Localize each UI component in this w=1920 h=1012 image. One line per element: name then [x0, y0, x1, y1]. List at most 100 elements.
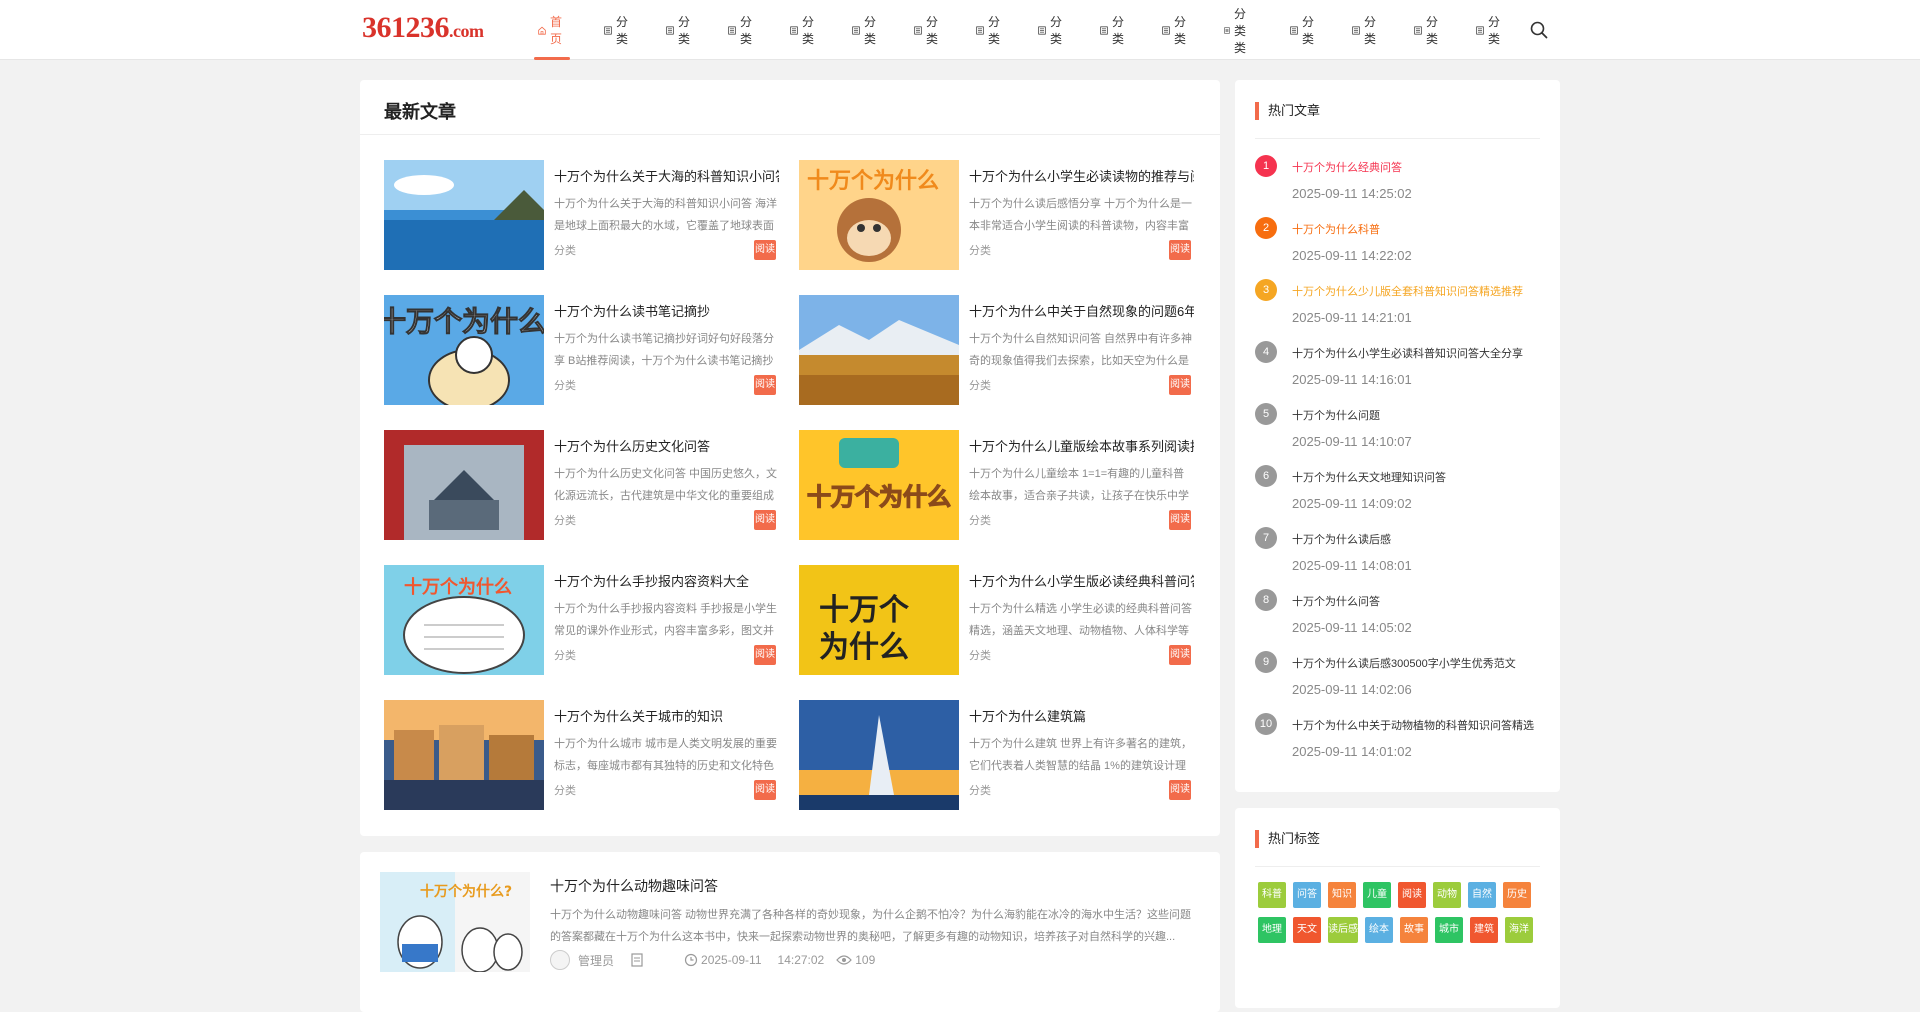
nav-category-7[interactable]: 分类 — [972, 0, 1008, 60]
nav-category-5[interactable]: 分类 — [848, 0, 884, 60]
read-button[interactable]: 阅读 — [754, 375, 776, 395]
article-thumbnail[interactable] — [799, 295, 959, 405]
article-card[interactable]: 十万个为什么关于大海的科普知识小问答 十万个为什么关于大海的科普知识小问答 海洋是… — [384, 160, 779, 270]
hot-article-title[interactable]: 十万个为什么问题 — [1292, 407, 1380, 423]
article-title[interactable]: 十万个为什么建筑篇 — [969, 706, 1194, 725]
article-category[interactable]: 分类 — [554, 242, 576, 258]
read-button[interactable]: 阅读 — [1169, 645, 1191, 665]
article-thumbnail[interactable]: 十万个为什么 — [799, 565, 959, 675]
article-thumbnail[interactable] — [384, 430, 544, 540]
hot-article-item[interactable]: 8 十万个为什么问答 2025-09-11 14:05:02 — [1255, 587, 1545, 649]
article-thumbnail[interactable]: 十万个为什么 — [799, 160, 959, 270]
tag-chip[interactable]: 海洋 — [1505, 917, 1533, 943]
article-category[interactable]: 分类 — [554, 512, 576, 528]
hot-article-item[interactable]: 5 十万个为什么问题 2025-09-11 14:10:07 — [1255, 401, 1545, 463]
read-button[interactable]: 阅读 — [754, 645, 776, 665]
tag-chip[interactable]: 科普 — [1258, 882, 1286, 908]
article-card[interactable]: 十万个为什么建筑篇 十万个为什么建筑 世界上有许多著名的建筑，它们代表着人类智慧的… — [799, 700, 1194, 810]
read-button[interactable]: 阅读 — [754, 510, 776, 530]
nav-category-15[interactable]: 分类 — [1472, 0, 1508, 60]
hot-article-item[interactable]: 1 十万个为什么经典问答 2025-09-11 14:25:02 — [1255, 153, 1545, 215]
hot-article-title[interactable]: 十万个为什么问答 — [1292, 593, 1380, 609]
nav-category-13[interactable]: 分类 — [1348, 0, 1384, 60]
search-icon[interactable] — [1530, 21, 1548, 39]
read-button[interactable]: 阅读 — [1169, 240, 1191, 260]
tag-chip[interactable]: 自然 — [1468, 882, 1496, 908]
article-thumbnail[interactable]: 十万个为什么 — [799, 430, 959, 540]
article-title[interactable]: 十万个为什么关于城市的知识 — [554, 706, 779, 725]
article-title[interactable]: 十万个为什么小学生版必读经典科普问答精选100问及答案 — [969, 571, 1194, 590]
nav-category-3[interactable]: 分类 — [724, 0, 760, 60]
read-button[interactable]: 阅读 — [1169, 375, 1191, 395]
hot-article-item[interactable]: 9 十万个为什么读后感300500字小学生优秀范文 2025-09-11 14:02… — [1255, 649, 1545, 711]
nav-category-8[interactable]: 分类 — [1034, 0, 1070, 60]
tag-chip[interactable]: 故事 — [1400, 917, 1428, 943]
nav-category-2[interactable]: 分类 — [662, 0, 698, 60]
read-button[interactable]: 阅读 — [1169, 510, 1191, 530]
nav-home[interactable]: 首页 — [534, 0, 571, 60]
hot-article-item[interactable]: 6 十万个为什么天文地理知识问答 2025-09-11 14:09:02 — [1255, 463, 1545, 525]
article-thumbnail[interactable]: 十万个为什么 — [384, 295, 544, 405]
read-button[interactable]: 阅读 — [1169, 780, 1191, 800]
tag-chip[interactable]: 绘本 — [1365, 917, 1393, 943]
article-category[interactable]: 分类 — [554, 377, 576, 393]
article-card[interactable]: 十万个为什么十万个为什么小学生版必读经典科普问答精选100问及答案十万个为什么精… — [799, 565, 1194, 675]
tag-chip[interactable]: 地理 — [1258, 917, 1286, 943]
hot-article-title[interactable]: 十万个为什么经典问答 — [1292, 159, 1402, 175]
nav-category-14[interactable]: 分类 — [1410, 0, 1446, 60]
feature-article[interactable]: 十万个为什么? 十万个为什么动物趣味问答 十万个为什么动物趣味问答 动物世界充满… — [360, 852, 1220, 1012]
article-title[interactable]: 十万个为什么小学生必读读物的推荐与阅读心得分享文章 — [969, 166, 1194, 185]
article-card[interactable]: 十万个为什么中关于自然现象的问题6年级科普知识问答大全十万个为什么自然知识问答 … — [799, 295, 1194, 405]
article-category[interactable]: 分类 — [969, 647, 991, 663]
site-logo[interactable]: 361236.com — [362, 11, 484, 45]
hot-article-title[interactable]: 十万个为什么读后感 — [1292, 531, 1391, 547]
nav-category-1[interactable]: 分类 — [600, 0, 636, 60]
tag-chip[interactable]: 儿童 — [1363, 882, 1391, 908]
tag-chip[interactable]: 城市 — [1435, 917, 1463, 943]
hot-article-item[interactable]: 2 十万个为什么科普 2025-09-11 14:22:02 — [1255, 215, 1545, 277]
article-title[interactable]: 十万个为什么关于大海的科普知识小问答 — [554, 166, 779, 185]
nav-category-9[interactable]: 分类 — [1096, 0, 1132, 60]
article-title[interactable]: 十万个为什么儿童版绘本故事系列阅读推荐与亲子共读指南 — [969, 436, 1194, 455]
feature-title[interactable]: 十万个为什么动物趣味问答 — [550, 876, 718, 896]
read-button[interactable]: 阅读 — [754, 780, 776, 800]
hot-article-item[interactable]: 4 十万个为什么小学生必读科普知识问答大全分享 2025-09-11 14:16:0… — [1255, 339, 1545, 401]
nav-category-6[interactable]: 分类 — [910, 0, 946, 60]
article-thumbnail[interactable]: 十万个为什么 — [384, 565, 544, 675]
article-category[interactable]: 分类 — [969, 242, 991, 258]
tag-chip[interactable]: 问答 — [1293, 882, 1321, 908]
tag-chip[interactable]: 历史 — [1503, 882, 1531, 908]
hot-article-title[interactable]: 十万个为什么中关于动物植物的科普知识问答精选 — [1292, 717, 1534, 733]
hot-article-title[interactable]: 十万个为什么小学生必读科普知识问答大全分享 — [1292, 345, 1523, 361]
article-card[interactable]: 十万个为什么 十万个为什么手抄报内容资料大全 十万个为什么手抄报内容资料 手抄报是小… — [384, 565, 779, 675]
read-button[interactable]: 阅读 — [754, 240, 776, 260]
avatar[interactable] — [550, 950, 570, 970]
nav-category-11[interactable]: 分类类 — [1220, 0, 1256, 60]
article-title[interactable]: 十万个为什么中关于自然现象的问题6年级科普知识问答大全 — [969, 301, 1194, 320]
article-thumbnail[interactable] — [799, 700, 959, 810]
article-category[interactable]: 分类 — [554, 647, 576, 663]
tag-chip[interactable]: 建筑 — [1470, 917, 1498, 943]
article-title[interactable]: 十万个为什么手抄报内容资料大全 — [554, 571, 779, 590]
hot-article-title[interactable]: 十万个为什么天文地理知识问答 — [1292, 469, 1446, 485]
article-thumbnail[interactable] — [384, 160, 544, 270]
feature-thumbnail[interactable]: 十万个为什么? — [380, 872, 530, 972]
author-name[interactable]: 管理员 — [578, 952, 614, 969]
article-card[interactable]: 十万个为什么 十万个为什么读书笔记摘抄 十万个为什么读书笔记摘抄好词好句好段落分享 … — [384, 295, 776, 405]
article-card[interactable]: 十万个为什么关于城市的知识 十万个为什么城市 城市是人类文明发展的重要标志，每座城… — [384, 700, 779, 810]
nav-category-4[interactable]: 分类 — [786, 0, 822, 60]
article-category[interactable]: 分类 — [554, 782, 576, 798]
tag-chip[interactable]: 知识 — [1328, 882, 1356, 908]
article-title[interactable]: 十万个为什么读书笔记摘抄 — [554, 301, 779, 320]
hot-article-item[interactable]: 10 十万个为什么中关于动物植物的科普知识问答精选 2025-09-11 14:01… — [1255, 711, 1545, 773]
tag-chip[interactable]: 阅读 — [1398, 882, 1426, 908]
nav-category-10[interactable]: 分类 — [1158, 0, 1194, 60]
article-thumbnail[interactable] — [384, 700, 544, 810]
hot-article-item[interactable]: 7 十万个为什么读后感 2025-09-11 14:08:01 — [1255, 525, 1545, 587]
article-card[interactable]: 十万个为什么历史文化问答 十万个为什么历史文化问答 中国历史悠久，文化源远流长，古… — [384, 430, 777, 540]
article-category[interactable]: 分类 — [969, 782, 991, 798]
article-card[interactable]: 十万个为什么 十万个为什么小学生必读读物的推荐与阅读心得分享文章十万个为什么读后感… — [799, 160, 1194, 270]
nav-category-12[interactable]: 分类 — [1286, 0, 1322, 60]
hot-article-title[interactable]: 十万个为什么读后感300500字小学生优秀范文 — [1292, 655, 1516, 671]
tag-chip[interactable]: 天文 — [1293, 917, 1321, 943]
